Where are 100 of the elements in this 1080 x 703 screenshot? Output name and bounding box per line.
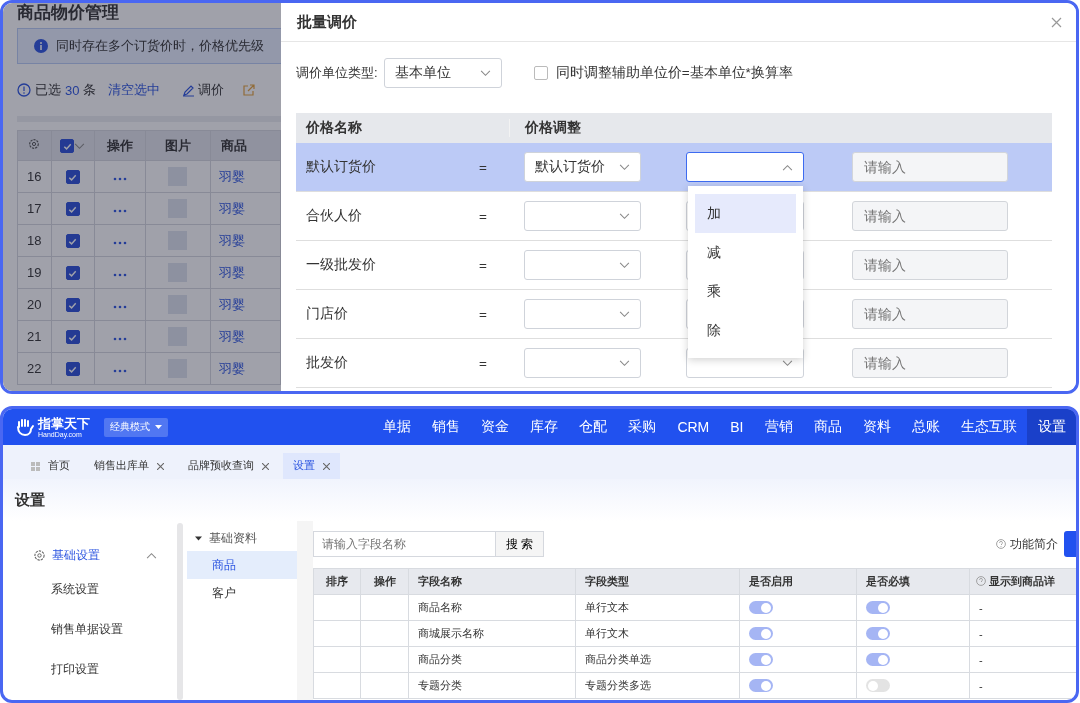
chevron-down-icon <box>74 142 86 150</box>
toggle-switch[interactable] <box>866 601 890 615</box>
page-tab[interactable]: 设置 <box>283 453 340 479</box>
column-header: 是否必填 <box>856 568 970 595</box>
close-icon[interactable] <box>157 462 164 470</box>
more-icon[interactable] <box>112 241 127 245</box>
selection-label: 条 <box>83 81 97 99</box>
edit-icon <box>182 83 196 97</box>
product-link[interactable]: 羽婴 <box>219 264 246 280</box>
menu-option[interactable]: 减 <box>695 233 796 272</box>
more-icon[interactable] <box>112 177 127 181</box>
nav-item[interactable]: 单据 <box>372 409 422 445</box>
product-link[interactable]: 羽婴 <box>219 328 246 344</box>
checkbox[interactable] <box>65 266 80 281</box>
tree-item[interactable]: 客户 <box>187 579 297 607</box>
toggle-switch[interactable] <box>866 627 890 641</box>
help-icon <box>996 539 1006 549</box>
nav-item[interactable]: BI <box>719 409 754 445</box>
nav-item[interactable]: 设置 <box>1027 409 1076 445</box>
operator-select[interactable] <box>686 152 804 182</box>
mode-dropdown[interactable]: 经典模式 <box>104 417 168 437</box>
more-icon[interactable] <box>112 305 127 309</box>
price-row[interactable]: 默认订货价 = 默认订货价 请输入 <box>296 143 1052 192</box>
checkbox[interactable] <box>533 66 548 80</box>
caret-icon <box>155 425 162 429</box>
more-icon[interactable] <box>112 209 127 213</box>
nav-item[interactable]: 营销 <box>754 409 803 445</box>
column-header: 价格调整 <box>509 119 1052 137</box>
toggle-switch[interactable] <box>866 653 890 667</box>
nav-item[interactable]: 采购 <box>617 409 667 445</box>
column-header: 字段名称 <box>408 568 576 595</box>
page-tab[interactable]: 销售出库单 <box>84 453 174 479</box>
close-icon[interactable] <box>262 462 269 470</box>
sidebar-item[interactable]: 系统设置 <box>3 569 177 609</box>
adjust-price-button[interactable]: 调价 <box>182 81 225 99</box>
unit-type-select[interactable]: 基本单位 <box>383 58 502 88</box>
nav-item[interactable]: 生态互联 <box>950 409 1027 445</box>
nav-item[interactable]: 资金 <box>470 409 520 445</box>
brand-name: 指掌天下 <box>38 416 90 430</box>
feature-intro-link[interactable]: 功能简介 <box>1010 536 1058 552</box>
menu-option[interactable]: 除 <box>695 311 796 350</box>
row-number: 16 <box>17 160 51 193</box>
toggle-switch[interactable] <box>749 653 773 667</box>
sidebar-item[interactable]: 打印设置 <box>3 649 177 689</box>
menu-option[interactable]: 加 <box>695 194 796 233</box>
toggle-switch[interactable] <box>749 627 773 641</box>
chevron-down-icon <box>619 359 630 367</box>
table-cell: 商品分类 <box>408 646 576 673</box>
settings-icon[interactable] <box>28 138 41 150</box>
product-link[interactable]: 羽婴 <box>219 232 246 248</box>
checkbox[interactable] <box>65 330 80 345</box>
product-link[interactable]: 羽婴 <box>219 200 246 216</box>
menu-option[interactable]: 乘 <box>695 272 796 311</box>
sidebar-group[interactable]: 基础设置 <box>3 541 177 569</box>
product-link[interactable]: 羽婴 <box>219 360 246 376</box>
more-icon[interactable] <box>112 273 127 277</box>
chevron-down-icon <box>619 212 630 220</box>
toggle-switch[interactable] <box>866 679 890 693</box>
nav-item[interactable]: CRM <box>666 409 720 445</box>
page-tab[interactable]: 首页 <box>21 453 80 479</box>
checkbox[interactable] <box>60 139 75 154</box>
row-number: 22 <box>17 352 51 385</box>
price-name: 门店价 <box>305 305 349 323</box>
search-button[interactable]: 搜 索 <box>496 531 544 557</box>
selection-label: 已选 <box>35 81 61 99</box>
page-tab[interactable]: 品牌预收查询 <box>178 453 279 479</box>
nav-item[interactable]: 库存 <box>519 409 569 445</box>
product-link[interactable]: 羽婴 <box>219 168 246 184</box>
close-icon[interactable] <box>323 462 330 470</box>
checkbox[interactable] <box>65 202 80 217</box>
nav-item[interactable]: 商品 <box>803 409 852 445</box>
tree-item[interactable]: 商品 <box>187 551 297 579</box>
more-icon[interactable] <box>112 337 127 341</box>
column-header: 字段类型 <box>575 568 740 595</box>
product-link[interactable]: 羽婴 <box>219 296 246 312</box>
table-cell: 商品名称 <box>408 594 576 621</box>
nav-item[interactable]: 仓配 <box>568 409 618 445</box>
nav-item[interactable]: 总账 <box>901 409 950 445</box>
chevron-up-icon <box>782 163 793 171</box>
nav-item[interactable]: 销售 <box>421 409 471 445</box>
grid-icon <box>31 461 40 471</box>
checkbox[interactable] <box>65 298 80 313</box>
checkbox[interactable] <box>65 170 80 185</box>
more-icon[interactable] <box>112 369 127 373</box>
sidebar-item[interactable]: 销售单据设置 <box>3 609 177 649</box>
nav-item[interactable]: 资料 <box>852 409 901 445</box>
equals-sign: = <box>479 257 487 273</box>
export-icon[interactable] <box>242 83 256 97</box>
base-price-select[interactable]: 默认订货价 <box>524 152 641 182</box>
checkbox-label: 同时调整辅助单位价=基本单位*换算率 <box>555 64 793 82</box>
close-icon[interactable] <box>1051 16 1062 28</box>
toggle-switch[interactable] <box>749 601 773 615</box>
column-header: 排序 <box>313 568 361 595</box>
toggle-switch[interactable] <box>749 679 773 693</box>
clear-selection-link[interactable]: 清空选中 <box>108 81 161 99</box>
checkbox[interactable] <box>65 362 80 377</box>
checkbox[interactable] <box>65 234 80 249</box>
search-field[interactable]: 请输入字段名称 <box>313 531 496 557</box>
tree-node[interactable]: 基础资料 <box>187 525 297 551</box>
column-header: 商品 <box>210 130 281 161</box>
